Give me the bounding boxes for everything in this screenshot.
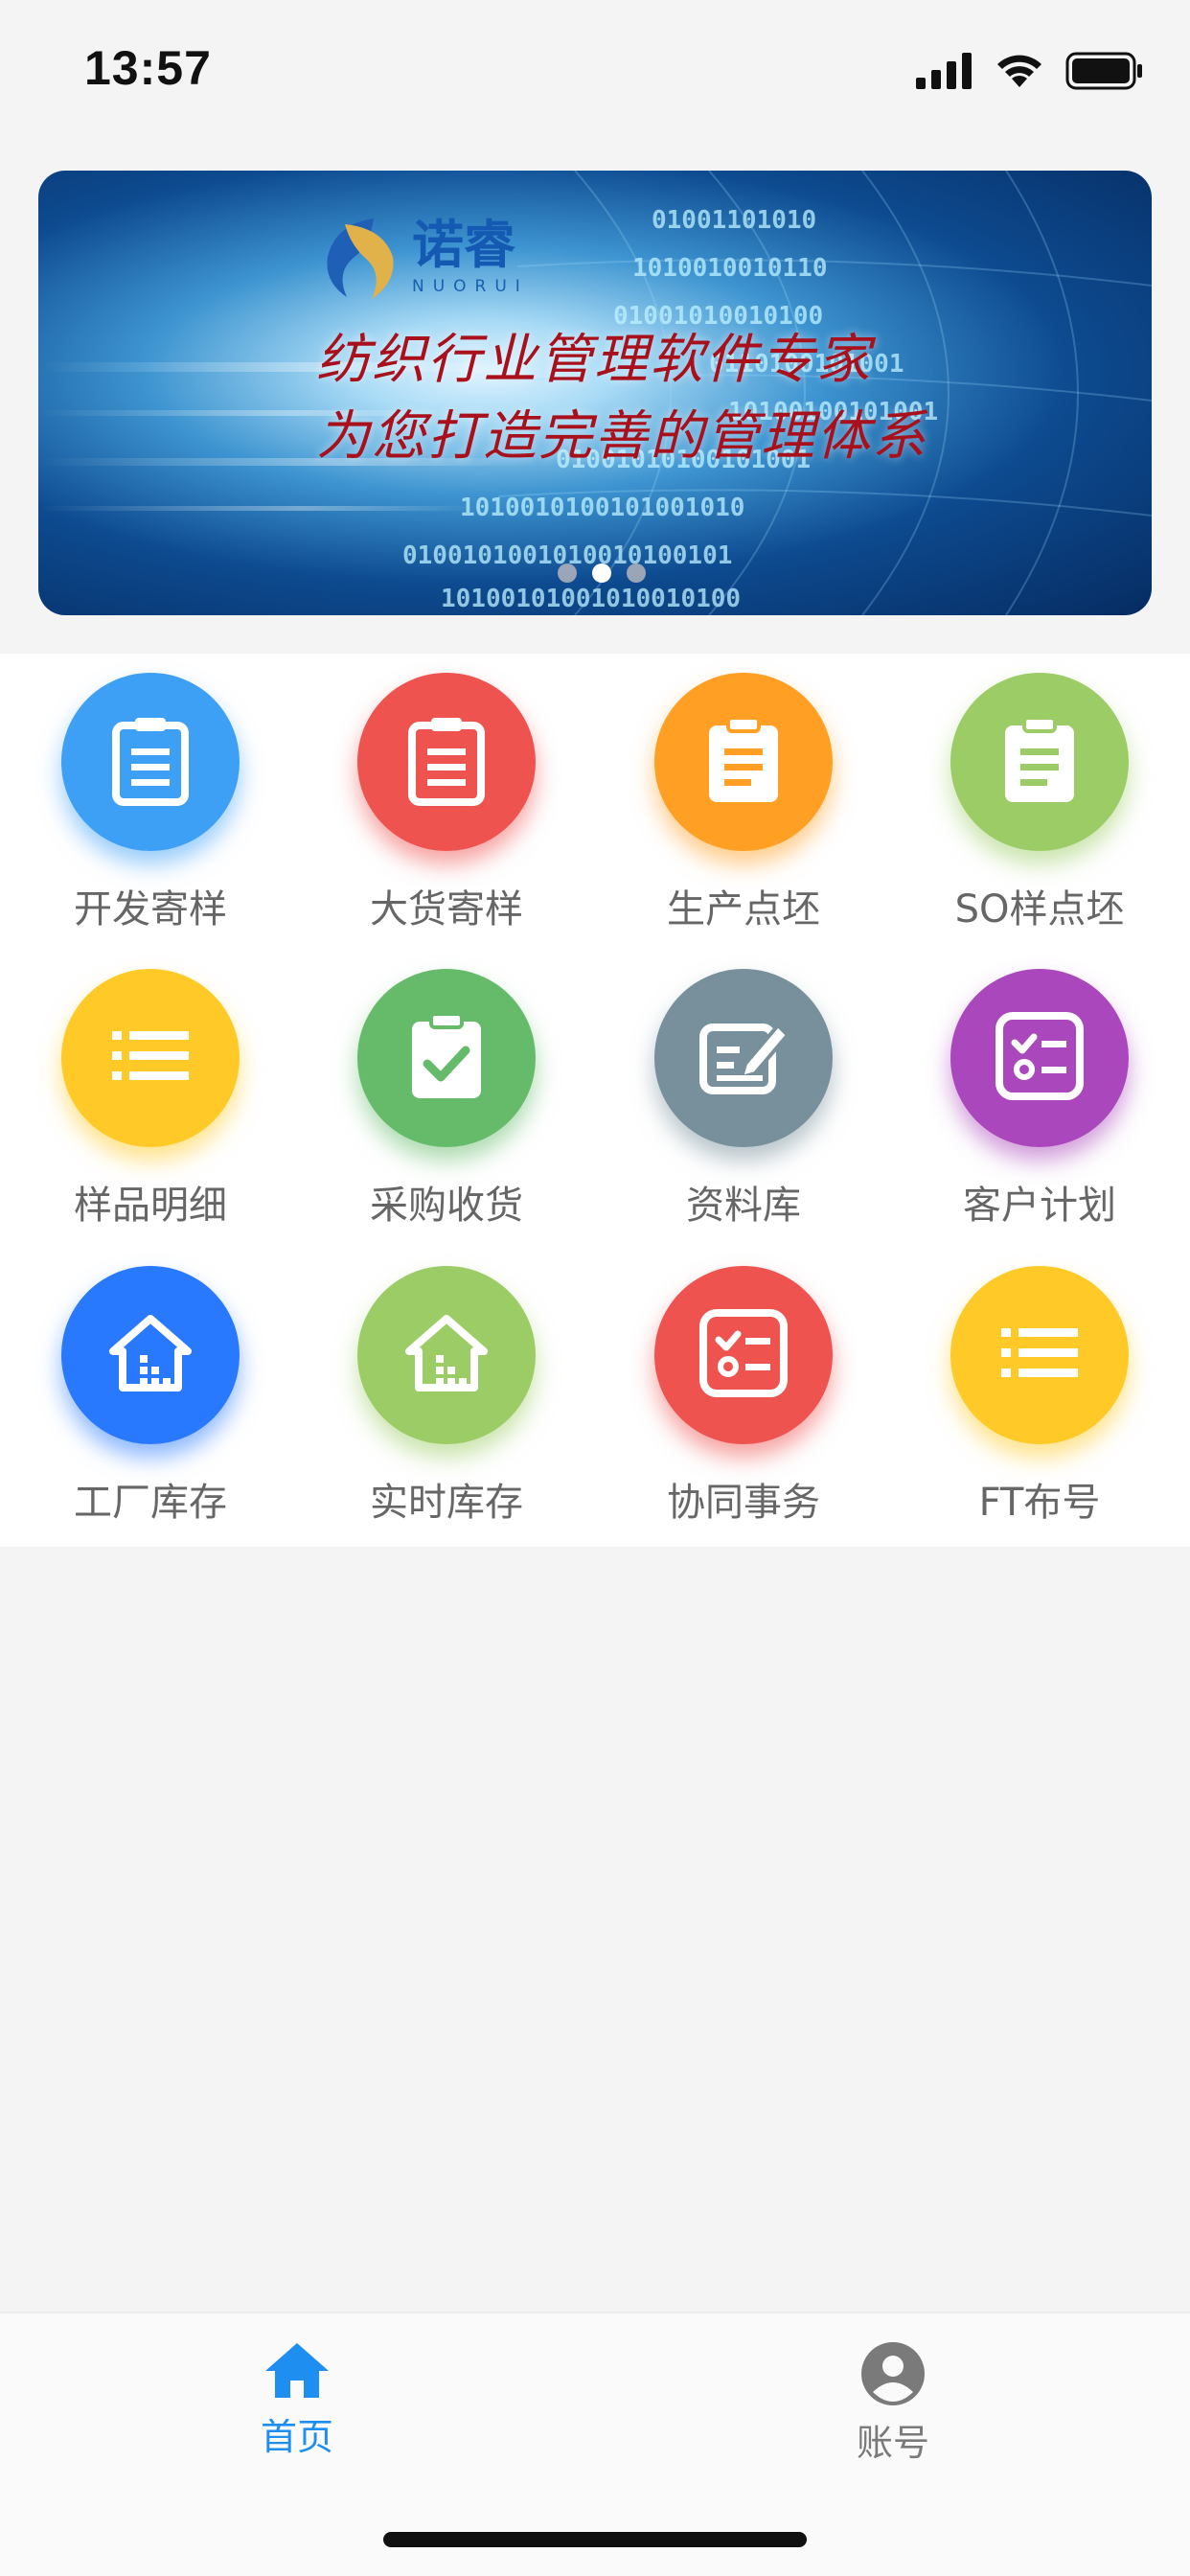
status-time: 13:57 [84,41,212,95]
grid-item[interactable]: 工厂库存 [31,1266,270,1553]
status-bar: 13:57 [0,0,1190,144]
banner-logo-subtitle: NUORUI [412,277,529,296]
grid-item-label: 开发寄样 [74,887,227,932]
logo-mark-icon [327,218,394,299]
svg-text:1010010010110: 1010010010110 [632,254,828,283]
grid-item-label: SO样点坯 [954,887,1125,932]
tab-account-label: 账号 [856,2422,929,2464]
function-grid: 开发寄样 大货寄样 生产点坯 SO样点坯 样品明细 采购收货 资料库 客户计划 … [0,654,1190,1547]
clipboard-filled-icon [703,714,784,810]
tab-account[interactable]: 账号 [749,2340,1037,2466]
grid-item-button[interactable] [654,969,833,1147]
clipboard-check-icon [406,1010,487,1106]
grid-item[interactable]: 生产点坯 [624,673,863,960]
grid-item-button[interactable] [357,969,536,1147]
wifi-icon [997,55,1041,87]
clipboard-icon [110,714,191,810]
grid-item-button[interactable] [357,673,536,851]
grid-item-button[interactable] [357,1266,536,1444]
signal-icon [916,53,972,89]
grid-item-button[interactable] [61,1266,240,1444]
grid-item-button[interactable] [61,673,240,851]
grid-item-button[interactable] [61,969,240,1147]
home-icon [265,2343,329,2398]
home-indicator [383,2532,807,2547]
svg-text:10100101001010010100: 10100101001010010100 [441,585,741,613]
grid-item-button[interactable] [950,673,1129,851]
list-icon [999,1324,1080,1386]
warehouse-icon [107,1313,194,1397]
grid-item-label: 采购收货 [370,1184,523,1228]
grid-item-button[interactable] [950,969,1129,1147]
grid-item[interactable]: FT布号 [920,1266,1159,1553]
svg-text:01001101010: 01001101010 [652,206,816,235]
grid-item[interactable]: 大货寄样 [327,673,566,960]
grid-item[interactable]: 客户计划 [920,969,1159,1256]
grid-item-label: FT布号 [978,1481,1101,1525]
warehouse-icon [403,1313,490,1397]
carousel-indicators [558,564,646,583]
grid-item-label: 工厂库存 [74,1481,227,1525]
banner-slogan-line2: 为您打造完善的管理体系 [316,405,927,468]
checklist-icon [995,1012,1084,1104]
banner-slogan-line1: 纺织行业管理软件专家 [316,329,872,391]
carousel-dot[interactable] [627,564,646,583]
checklist-icon [699,1309,788,1401]
banner-logo: 诺睿 NUORUI [316,215,529,301]
grid-item[interactable]: 开发寄样 [31,673,270,960]
grid-item-label: 客户计划 [963,1184,1116,1228]
account-icon [861,2342,925,2405]
grid-item-label: 大货寄样 [370,887,523,932]
grid-item-button[interactable] [654,673,833,851]
grid-item-button[interactable] [950,1266,1129,1444]
grid-item[interactable]: 样品明细 [31,969,270,1256]
grid-item[interactable]: 资料库 [624,969,863,1256]
grid-item-label: 样品明细 [74,1184,227,1228]
clipboard-filled-icon [999,714,1080,810]
grid-item-label: 协同事务 [667,1481,820,1525]
banner-logo-name: 诺睿 [412,215,515,275]
grid-item-label: 生产点坯 [667,887,820,932]
clipboard-icon [406,714,487,810]
banner-carousel[interactable]: 01001101010 1010010010110 01001010010100… [38,171,1152,615]
list-icon [110,1027,191,1089]
grid-item-label: 资料库 [686,1184,801,1228]
battery-icon [1065,52,1142,90]
grid-item[interactable]: 采购收货 [327,969,566,1256]
tab-home-label: 首页 [260,2416,333,2458]
carousel-dot-active[interactable] [592,564,611,583]
svg-text:1010010100101001010: 1010010100101001010 [460,494,744,522]
grid-item[interactable]: 实时库存 [327,1266,566,1553]
carousel-dot[interactable] [558,564,577,583]
edit-icon [698,1014,790,1102]
grid-item-label: 实时库存 [370,1481,523,1525]
tab-home[interactable]: 首页 [153,2340,441,2460]
grid-item-button[interactable] [654,1266,833,1444]
grid-item[interactable]: SO样点坯 [920,673,1159,960]
status-icons [916,50,1144,92]
grid-item[interactable]: 协同事务 [624,1266,863,1553]
